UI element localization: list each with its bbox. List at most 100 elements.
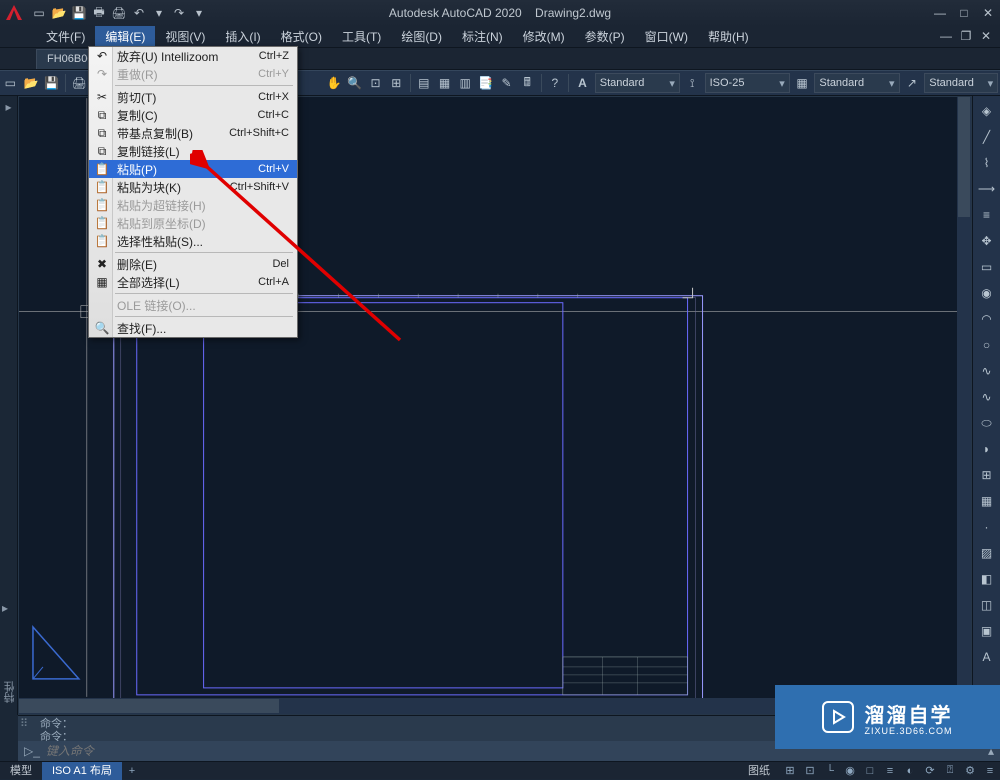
close-button[interactable]: ✕ — [976, 3, 1000, 23]
osnap-icon[interactable]: □ — [860, 763, 880, 779]
snap-icon[interactable]: ⊡ — [800, 763, 820, 779]
menu-item[interactable]: ↶放弃(U) IntellizoomCtrl+Z — [89, 47, 297, 65]
circle-icon[interactable]: ○ — [976, 334, 998, 356]
grid-icon[interactable]: ⊞ — [780, 763, 800, 779]
layout-tab[interactable]: ISO A1 布局 — [42, 762, 122, 780]
zoom-icon[interactable]: 🔍 — [345, 72, 366, 94]
menu-item[interactable]: ⧉带基点复制(B)Ctrl+Shift+C — [89, 124, 297, 142]
mleader-style-combo[interactable]: Standard▾ — [924, 73, 998, 93]
design-center-icon[interactable]: ▦ — [434, 72, 455, 94]
menu-item[interactable]: 📋粘贴为块(K)Ctrl+Shift+V — [89, 178, 297, 196]
help-icon[interactable]: ? — [544, 72, 565, 94]
cube-icon[interactable]: ◈ — [976, 100, 998, 122]
region-icon[interactable]: ◫ — [976, 594, 998, 616]
zoom-window-icon[interactable]: ⊡ — [365, 72, 386, 94]
menu-item[interactable]: ✂剪切(T)Ctrl+X — [89, 88, 297, 106]
scrollbar-thumb[interactable] — [19, 699, 279, 713]
qat-dropdown-icon[interactable]: ▾ — [150, 4, 168, 22]
customize-icon[interactable]: ≡ — [980, 763, 1000, 779]
markup-icon[interactable]: ✎ — [496, 72, 517, 94]
ellipse-arc-icon[interactable]: ◗ — [976, 438, 998, 460]
print-icon[interactable]: 🖨 — [69, 72, 90, 94]
pan-icon[interactable]: ✋ — [324, 72, 345, 94]
model-tab[interactable]: 模型 — [0, 762, 42, 780]
qat-saveall-icon[interactable]: 🖶 — [90, 4, 108, 22]
ellipse-icon[interactable]: ⬭ — [976, 412, 998, 434]
sheet-set-icon[interactable]: 📑 — [476, 72, 497, 94]
sidebar-toggle-icon[interactable]: ▸ — [1, 98, 17, 116]
text-style-combo[interactable]: Standard▾ — [595, 73, 680, 93]
qat-open-icon[interactable]: 📂 — [50, 4, 68, 22]
new-icon[interactable]: ▭ — [0, 72, 21, 94]
chevron-right-icon[interactable]: ▸ — [2, 601, 8, 615]
menu-draw[interactable]: 绘图(D) — [391, 26, 452, 48]
menu-item[interactable]: ▦全部选择(L)Ctrl+A — [89, 273, 297, 291]
menu-parametric[interactable]: 参数(P) — [575, 26, 635, 48]
menu-edit[interactable]: 编辑(E) — [95, 26, 155, 48]
app-logo[interactable] — [0, 0, 28, 26]
zoom-previous-icon[interactable]: ⊞ — [386, 72, 407, 94]
spline-icon[interactable]: ∿ — [976, 360, 998, 382]
menu-file[interactable]: 文件(F) — [36, 26, 95, 48]
doc-restore-button[interactable]: ❐ — [956, 26, 976, 46]
save-icon[interactable]: 💾 — [41, 72, 62, 94]
annotation-scale-icon[interactable]: ⍰ — [940, 763, 960, 779]
qat-print-icon[interactable]: 🖨 — [110, 4, 128, 22]
sidebar-label[interactable]: 特性 — [2, 681, 18, 709]
menu-format[interactable]: 格式(O) — [271, 26, 332, 48]
table-style-combo[interactable]: Standard▾ — [814, 73, 899, 93]
table-icon[interactable]: ▦ — [976, 490, 998, 512]
menu-item[interactable]: 🔍查找(F)... — [89, 319, 297, 337]
menu-window[interactable]: 窗口(W) — [635, 26, 698, 48]
hatch-icon[interactable]: ▨ — [976, 542, 998, 564]
spiral-icon[interactable]: ◉ — [976, 282, 998, 304]
point-icon[interactable]: · — [976, 516, 998, 538]
dim-style-icon[interactable]: ⟟ — [682, 72, 703, 94]
menu-item[interactable]: 📋粘贴(P)Ctrl+V — [89, 160, 297, 178]
menu-tools[interactable]: 工具(T) — [332, 26, 391, 48]
paper-label[interactable]: 图纸 — [738, 762, 780, 780]
menu-item[interactable]: ⧉复制链接(L) — [89, 142, 297, 160]
add-layout-icon[interactable]: + — [122, 763, 142, 779]
polyline-icon[interactable]: ⌇ — [976, 152, 998, 174]
dim-style-combo[interactable]: ISO-25▾ — [705, 73, 790, 93]
ortho-icon[interactable]: └ — [820, 763, 840, 779]
mleader-style-icon[interactable]: ↗ — [902, 72, 923, 94]
rectangle-icon[interactable]: ▭ — [976, 256, 998, 278]
polar-icon[interactable]: ◉ — [840, 763, 860, 779]
menu-help[interactable]: 帮助(H) — [698, 26, 759, 48]
arc-icon[interactable]: ◠ — [976, 308, 998, 330]
line-icon[interactable]: ╱ — [976, 126, 998, 148]
text-style-icon[interactable]: A — [572, 72, 593, 94]
move-icon[interactable]: ✥ — [976, 230, 998, 252]
spline2-icon[interactable]: ∿ — [976, 386, 998, 408]
menu-modify[interactable]: 修改(M) — [513, 26, 575, 48]
menu-insert[interactable]: 插入(I) — [215, 26, 270, 48]
transparency-icon[interactable]: ◐ — [900, 763, 920, 779]
cycling-icon[interactable]: ⟳ — [920, 763, 940, 779]
minimize-button[interactable]: — — [928, 3, 952, 23]
qat-redo-icon[interactable]: ↷ — [170, 4, 188, 22]
block-icon[interactable]: ⊞ — [976, 464, 998, 486]
menu-item[interactable]: ⧉复制(C)Ctrl+C — [89, 106, 297, 124]
workspace-icon[interactable]: ⚙ — [960, 763, 980, 779]
menu-view[interactable]: 视图(V) — [155, 26, 215, 48]
open-icon[interactable]: 📂 — [21, 72, 42, 94]
qat-dropdown2-icon[interactable]: ▾ — [190, 4, 208, 22]
vertical-scrollbar[interactable] — [957, 97, 971, 698]
lineweight-icon[interactable]: ≡ — [880, 763, 900, 779]
scrollbar-thumb[interactable] — [958, 97, 970, 217]
menu-item[interactable]: ✖删除(E)Del — [89, 255, 297, 273]
tool-palette-icon[interactable]: ▥ — [455, 72, 476, 94]
doc-close-button[interactable]: ✕ — [976, 26, 996, 46]
maximize-button[interactable]: □ — [952, 3, 976, 23]
menu-dimension[interactable]: 标注(N) — [452, 26, 513, 48]
doc-minimize-button[interactable]: — — [936, 26, 956, 46]
qat-save-icon[interactable]: 💾 — [70, 4, 88, 22]
properties-icon[interactable]: ▤ — [414, 72, 435, 94]
menu-item[interactable]: 📋选择性粘贴(S)... — [89, 232, 297, 250]
qat-undo-icon[interactable]: ↶ — [130, 4, 148, 22]
gradient-icon[interactable]: ◧ — [976, 568, 998, 590]
text-icon[interactable]: A — [976, 646, 998, 668]
multiline-icon[interactable]: ≡ — [976, 204, 998, 226]
